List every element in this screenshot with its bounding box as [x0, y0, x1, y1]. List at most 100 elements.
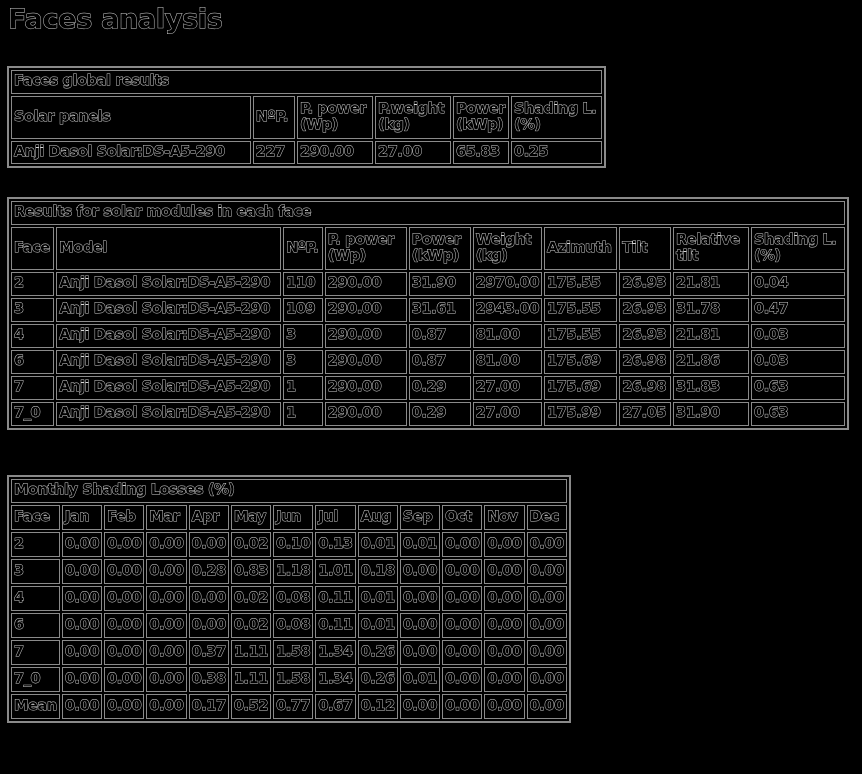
table-cell: 3: [283, 324, 323, 348]
table-cell: 0.03: [751, 324, 845, 348]
column-header: Dec: [526, 505, 567, 530]
table-cell: 0.00: [146, 586, 187, 611]
table-cell: 0.00: [484, 586, 525, 611]
table-cell: 6: [11, 613, 60, 638]
column-header: P.weight (kg): [375, 96, 451, 139]
table-cell: 21.86: [673, 350, 749, 374]
table-cell: 2943.00: [472, 298, 543, 322]
table-cell: 109: [283, 298, 323, 322]
column-header: Azimuth: [544, 227, 618, 270]
table-cell: 0.01: [357, 586, 398, 611]
table-caption: Faces global results: [11, 70, 602, 94]
table-cell: 110: [283, 272, 323, 296]
table-cell: Anji Dasol Solar:DS-A5-290: [56, 350, 282, 374]
table-cell: 175.55: [544, 324, 618, 348]
table-cell: 27.00: [472, 376, 543, 400]
table-cell: 7: [11, 376, 55, 400]
table-cell: Anji Dasol Solar:DS-A5-290: [56, 376, 282, 400]
table-cell: 0.00: [442, 694, 483, 719]
table-cell: 3: [11, 559, 60, 584]
table-cell: 1.11: [230, 640, 272, 665]
column-header: Weight (kg): [472, 227, 543, 270]
table-cell: 0.83: [230, 559, 272, 584]
header-row: Face Jan Feb Mar Apr May Jun Jul Aug Sep Oct Nov Dec: [11, 505, 567, 530]
column-header: Apr: [188, 505, 229, 530]
table-cell: 0.00: [146, 667, 187, 692]
table-row: 7 Anji Dasol Solar:DS-A5-290 1 290.00 0.29 27…: [11, 376, 845, 400]
table-cell: 0.01: [357, 613, 398, 638]
table-row: 6 Anji Dasol Solar:DS-A5-290 3 290.00 0.87 81…: [11, 350, 845, 374]
column-header: Shading L. (%): [751, 227, 845, 270]
table-cell: 6: [11, 350, 55, 374]
table-cell: 65.83: [453, 141, 509, 164]
table-cell: 0.00: [188, 586, 229, 611]
table-cell: 175.99: [544, 402, 618, 426]
table-cell: 0.00: [442, 532, 483, 557]
table-cell: 0.10: [273, 532, 314, 557]
table-cell: 0.00: [442, 667, 483, 692]
table-caption: Monthly Shading Losses (%): [11, 479, 567, 503]
table-cell: 26.93: [619, 324, 671, 348]
table-cell: 0.00: [188, 613, 229, 638]
column-header: Relative tilt: [673, 227, 749, 270]
table-cell: 3: [283, 350, 323, 374]
table-cell: Anji Dasol Solar:DS-A5-290: [56, 298, 282, 322]
table-cell: 227: [252, 141, 295, 164]
table-cell: 27.05: [619, 402, 671, 426]
table-cell: 1.34: [315, 667, 356, 692]
table-cell: 175.55: [544, 298, 618, 322]
table-cell: 0.00: [104, 694, 145, 719]
table-cell: 0.47: [751, 298, 845, 322]
table-cell: 0.00: [442, 640, 483, 665]
table-cell: 175.69: [544, 376, 618, 400]
table-cell: 0.00: [146, 559, 187, 584]
table-cell: 0.38: [188, 667, 229, 692]
global-results-table: Faces global results Solar panels NºP. P…: [7, 66, 606, 168]
column-header: Solar panels: [11, 96, 251, 139]
table-cell: Mean: [11, 694, 60, 719]
table-cell: 31.83: [673, 376, 749, 400]
table-cell: 81.00: [472, 324, 543, 348]
table-cell: 0.00: [399, 586, 441, 611]
table-row: 7 0.00 0.00 0.00 0.37 1.11 1.58 1.34 0.26 0.00 0.0…: [11, 640, 567, 665]
table-cell: 0.29: [408, 376, 471, 400]
table-row: 4 0.00 0.00 0.00 0.00 0.02 0.08 0.11 0.01 0.00 0.0…: [11, 586, 567, 611]
table-cell: 0.00: [146, 613, 187, 638]
table-cell: 0.18: [357, 559, 398, 584]
table-row: 2 Anji Dasol Solar:DS-A5-290 110 290.00 31.9…: [11, 272, 845, 296]
table-row: 3 Anji Dasol Solar:DS-A5-290 109 290.00 31.6…: [11, 298, 845, 322]
table-cell: 0.26: [357, 667, 398, 692]
table-cell: 0.01: [399, 532, 441, 557]
table-row: 2 0.00 0.00 0.00 0.00 0.02 0.10 0.13 0.01 0.01 0.0…: [11, 532, 567, 557]
table-cell: 0.00: [188, 532, 229, 557]
table-cell: 0.00: [442, 586, 483, 611]
table-cell: 1.01: [315, 559, 356, 584]
column-header: Oct: [442, 505, 483, 530]
table-row: 3 0.00 0.00 0.00 0.28 0.83 1.18 1.01 0.18 0.00 0.0…: [11, 559, 567, 584]
table-cell: 7_0: [11, 402, 55, 426]
column-header: Face: [11, 505, 60, 530]
table-cell: 0.04: [751, 272, 845, 296]
table-cell: 0.01: [357, 532, 398, 557]
table-cell: 0.00: [104, 667, 145, 692]
column-header: Face: [11, 227, 55, 270]
header-row: Solar panels NºP. P. power (Wp) P.weight…: [11, 96, 602, 139]
table-cell: 0.00: [484, 640, 525, 665]
table-cell: 0.00: [526, 586, 567, 611]
table-cell: 0.03: [751, 350, 845, 374]
column-header: Model: [56, 227, 282, 270]
table-cell: 0.08: [273, 613, 314, 638]
column-header: Feb: [104, 505, 145, 530]
table-cell: 4: [11, 586, 60, 611]
table-cell: 21.81: [673, 324, 749, 348]
table-cell: 0.77: [273, 694, 314, 719]
table-cell: 0.28: [188, 559, 229, 584]
table-caption: Results for solar modules in each face: [11, 201, 845, 225]
table-cell: 0.00: [399, 640, 441, 665]
table-row: Anji Dasol Solar:DS-A5-290 227 290.00 27…: [11, 141, 602, 164]
table-cell: 0.02: [230, 586, 272, 611]
table-cell: 31.90: [408, 272, 471, 296]
table-cell: 26.93: [619, 272, 671, 296]
table-cell: 7_0: [11, 667, 60, 692]
table-cell: 0.87: [408, 350, 471, 374]
